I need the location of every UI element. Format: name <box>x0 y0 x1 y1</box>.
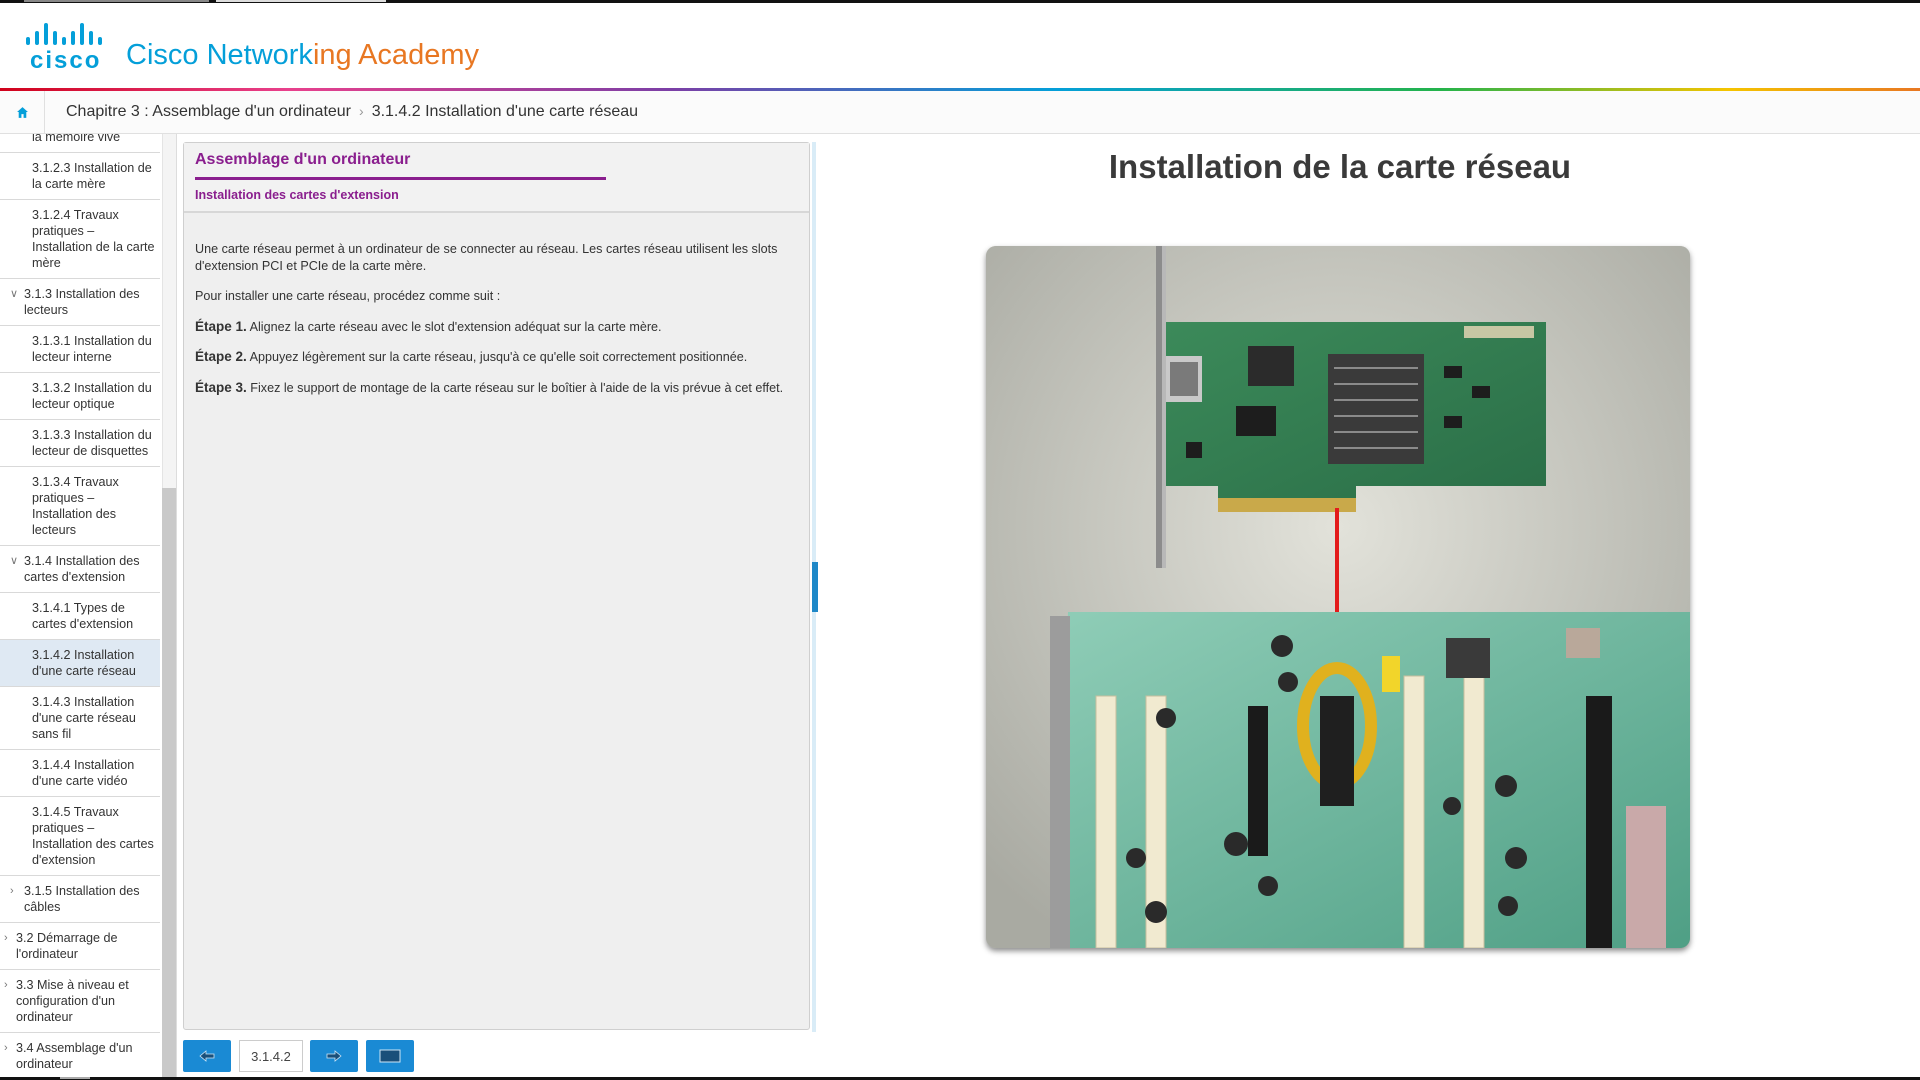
app-header: cisco Cisco Networking Academy <box>0 3 1920 89</box>
step-1-label: Étape 1. <box>195 318 247 334</box>
sidebar-item-label: 3.1.3.4 Travaux pratiques – Installation… <box>32 475 119 537</box>
step-3: Étape 3. Fixez le support de montage de … <box>195 380 785 397</box>
sidebar-item[interactable]: › 3.4 Assemblage d'un ordinateur <box>0 1033 160 1080</box>
sidebar-item[interactable]: 3.1.4.3 Installation d'une carte réseau … <box>0 687 160 750</box>
cisco-logo[interactable]: cisco <box>26 23 106 74</box>
sidebar-item-label: 3.1.5 Installation des câbles <box>24 884 140 914</box>
sidebar-item[interactable]: 3.1.2.3 Installation de la carte mère <box>0 153 160 200</box>
course-sidebar: la mémoire vive 3.1.2.3 Installation de l… <box>0 134 177 1080</box>
sidebar-item[interactable]: ∨ 3.1.4 Installation des cartes d'extensi… <box>0 546 160 593</box>
sidebar-item[interactable]: 3.1.4.1 Types de cartes d'extension <box>0 593 160 640</box>
chevron-right-icon[interactable]: › <box>10 883 14 899</box>
network-card-photo <box>986 246 1690 948</box>
step-1: Étape 1. Alignez la carte réseau avec le… <box>195 319 785 336</box>
breadcrumb-separator-icon: › <box>359 103 364 119</box>
home-button[interactable] <box>0 91 45 133</box>
academy-title-part1: Cisco Network <box>126 39 313 71</box>
chevron-right-icon[interactable]: › <box>4 1040 8 1056</box>
sidebar-item[interactable]: 3.1.3.3 Installation du lecteur de disqu… <box>0 420 160 467</box>
sidebar-item[interactable]: 3.1.3.2 Installation du lecteur optique <box>0 373 160 420</box>
sidebar-item[interactable]: 3.1.3.4 Travaux pratiques – Installation… <box>0 467 160 546</box>
sidebar-item-label: 3.1.4.1 Types de cartes d'extension <box>32 601 134 631</box>
sidebar-item[interactable]: 3.1.4.5 Travaux pratiques – Installation… <box>0 797 160 876</box>
sidebar-item[interactable]: 3.1.4.2 Installation d'une carte réseau <box>0 640 160 687</box>
sidebar-item[interactable]: ∨ 3.1.3 Installation des lecteurs <box>0 279 160 326</box>
panel-header: Assemblage d'un ordinateur Installation … <box>184 143 809 213</box>
step-3-text: Fixez le support de montage de la carte … <box>246 380 784 395</box>
sidebar-item-label: 3.1.2.4 Travaux pratiques – Installation… <box>32 208 155 270</box>
previous-page-button[interactable] <box>183 1040 231 1072</box>
breadcrumb-bar: Chapitre 3 : Assemblage d'un ordinateur ›… <box>0 91 1920 134</box>
breadcrumb-chapter[interactable]: Chapitre 3 : Assemblage d'un ordinateur <box>66 103 351 120</box>
sidebar-item-label: 3.2 Démarrage de l'ordinateur <box>16 931 118 961</box>
sidebar-item-label: 3.1.3.3 Installation du lecteur de disqu… <box>32 428 152 458</box>
arrow-left-icon <box>199 1050 215 1062</box>
sidebar-item[interactable]: 3.1.4.4 Installation d'une carte vidéo <box>0 750 160 797</box>
step-2-text: Appuyez légèrement sur la carte réseau, … <box>246 350 748 364</box>
sidebar-item[interactable]: › 3.3 Mise à niveau et configuration d'un… <box>0 970 160 1033</box>
sidebar-item-label: 3.4 Assemblage d'un ordinateur <box>16 1041 133 1071</box>
sidebar-item-label: 3.1.4.4 Installation d'une carte vidéo <box>32 758 135 788</box>
screen-icon <box>379 1049 401 1063</box>
sidebar-item[interactable]: › 3.1.5 Installation des câbles <box>0 876 160 923</box>
step-3-label: Étape 3. <box>195 379 247 395</box>
sidebar-item-label: 3.1.3.1 Installation du lecteur interne <box>32 334 152 364</box>
sidebar-item-label: 3.1.2.3 Installation de la carte mère <box>32 161 152 191</box>
nic-motherboard-illustration <box>986 246 1690 948</box>
next-page-button[interactable] <box>310 1040 358 1072</box>
arrow-right-icon <box>326 1050 342 1062</box>
sidebar-scrollbar-thumb[interactable] <box>162 488 176 1080</box>
page-number-display: 3.1.4.2 <box>239 1040 303 1072</box>
panel-body: Une carte réseau permet à un ordinateur … <box>195 241 785 410</box>
sidebar-item-label: 3.1.4.5 Travaux pratiques – Installation… <box>32 805 154 867</box>
sidebar-item[interactable]: la mémoire vive <box>0 134 160 153</box>
panel-subtitle: Installation des cartes d'extension <box>195 188 399 202</box>
academy-title: Cisco Networking Academy <box>126 39 479 72</box>
sidebar-item[interactable]: › 3.2 Démarrage de l'ordinateur <box>0 923 160 970</box>
step-1-text: Alignez la carte réseau avec le slot d'e… <box>246 319 662 334</box>
academy-title-part2: ing Academy <box>312 39 479 71</box>
step-2: Étape 2. Appuyez légèrement sur la carte… <box>195 349 785 366</box>
sidebar-item-label: 3.1.4.2 Installation d'une carte réseau <box>32 648 136 678</box>
fullscreen-button[interactable] <box>366 1040 414 1072</box>
panel-title: Assemblage d'un ordinateur <box>195 151 411 168</box>
sidebar-item-label: 3.1.3.2 Installation du lecteur optique <box>32 381 152 411</box>
sidebar-item-label: la mémoire vive <box>32 134 121 144</box>
sidebar-item[interactable]: 3.1.3.1 Installation du lecteur interne <box>0 326 160 373</box>
home-icon <box>16 106 28 118</box>
sidebar-item-label: 3.1.4 Installation des cartes d'extensio… <box>24 554 140 584</box>
breadcrumb: Chapitre 3 : Assemblage d'un ordinateur ›… <box>66 103 638 121</box>
sidebar-list: la mémoire vive 3.1.2.3 Installation de l… <box>0 134 160 1080</box>
sidebar-item-label: 3.3 Mise à niveau et configuration d'un … <box>16 978 129 1024</box>
splitter-handle[interactable] <box>812 562 818 612</box>
text-panel: Assemblage d'un ordinateur Installation … <box>183 142 810 1030</box>
step-2-label: Étape 2. <box>195 349 247 364</box>
chevron-right-icon[interactable]: › <box>4 977 8 993</box>
breadcrumb-current: 3.1.4.2 Installation d'une carte réseau <box>371 103 639 120</box>
lead-paragraph: Pour installer une carte réseau, procéde… <box>195 289 501 303</box>
sidebar-item-label: 3.1.4.3 Installation d'une carte réseau … <box>32 695 136 741</box>
chevron-down-icon[interactable]: ∨ <box>10 553 18 569</box>
intro-paragraph: Une carte réseau permet à un ordinateur … <box>195 242 778 273</box>
slide-title: Installation de la carte réseau <box>1108 148 1572 185</box>
chevron-right-icon[interactable]: › <box>4 930 8 946</box>
cisco-wordmark: cisco <box>30 47 102 74</box>
sidebar-item[interactable]: 3.1.2.4 Travaux pratiques – Installation… <box>0 200 160 279</box>
cisco-bars-icon <box>26 23 106 45</box>
panel-title-underline <box>195 177 606 180</box>
chevron-down-icon[interactable]: ∨ <box>10 286 18 302</box>
sidebar-item-label: 3.1.3 Installation des lecteurs <box>24 287 140 317</box>
